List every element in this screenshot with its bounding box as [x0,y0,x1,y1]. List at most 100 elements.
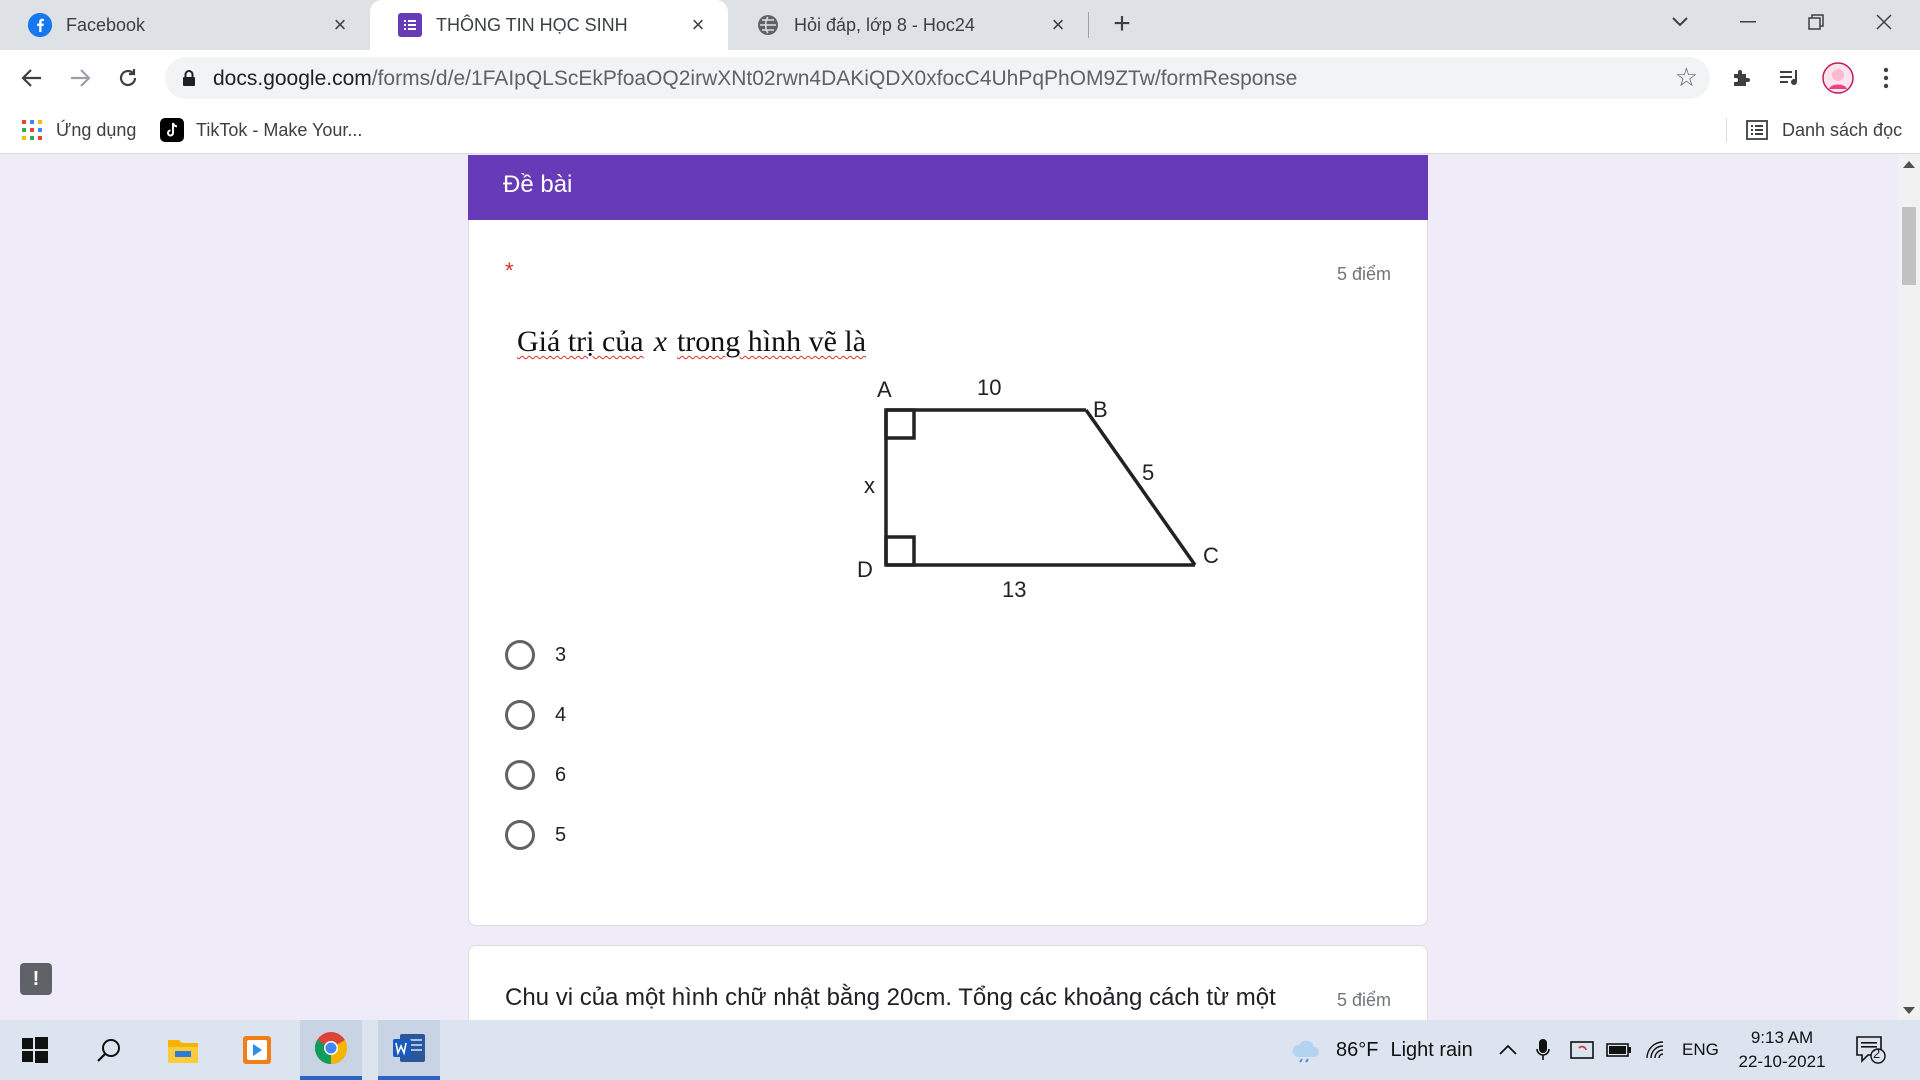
notification-count: 2 [1873,1046,1881,1061]
radio-button[interactable] [505,760,535,790]
forward-arrow-icon[interactable] [64,62,96,94]
option-label: 6 [555,763,567,786]
new-tab-button[interactable]: + [1106,9,1138,41]
vertex-label-d: D [857,557,873,582]
question-points: 5 điểm [1336,264,1391,284]
tab-title: Facebook [66,14,146,35]
option-label: 4 [555,703,567,726]
lock-icon[interactable] [179,68,199,88]
profile-avatar[interactable] [1822,62,1854,94]
action-center-icon[interactable]: 2 [1856,1036,1886,1064]
cloud-rain-icon [1290,1037,1322,1063]
tab-title: Hỏi đáp, lớp 8 - Hoc24 [794,14,975,35]
windows-taskbar: 86°F Light rain ENG 9:13 AM 22-10-2021 2 [0,1020,1920,1080]
clock-time: 9:13 AM [1750,1028,1814,1047]
radio-button[interactable] [505,820,535,850]
right-angle-mark-d [884,535,916,567]
close-tab-icon[interactable]: × [328,13,352,37]
url-host: docs.google.com [213,67,372,90]
bookmark-apps[interactable]: Ứng dụng [22,116,136,144]
tab-search-chevron-icon[interactable] [1650,0,1710,44]
tab-separator [1088,12,1089,38]
google-forms-icon [398,13,422,37]
reading-list-button[interactable]: Danh sách đọc [1746,116,1902,144]
section-title: Đề bài [503,171,573,198]
report-feedback-button[interactable]: ! [20,963,52,995]
right-angle-mark-a [884,408,916,440]
chrome-taskbar-icon[interactable] [300,1020,362,1080]
bookmark-tiktok[interactable]: TikTok - Make Your... [160,116,362,144]
tab-facebook[interactable]: Facebook × [0,0,370,50]
option-label: 5 [555,823,567,846]
question-2-text: Chu vi của một hình chữ nhật bằng 20cm. … [505,984,1276,1011]
minimize-icon[interactable] [1718,0,1778,44]
close-window-icon[interactable] [1854,0,1914,44]
extensions-puzzle-icon[interactable] [1726,62,1758,94]
clock-date: 22-10-2021 [1738,1052,1826,1071]
trapezoid-diagram: A B C D 10 5 13 x [857,375,1219,602]
language-indicator[interactable]: ENG [1682,1020,1719,1080]
tab-hoc24[interactable]: Hỏi đáp, lớp 8 - Hoc24 × [728,0,1088,50]
close-tab-icon[interactable]: × [1046,13,1070,37]
menu-kebab-icon[interactable] [1870,62,1902,94]
reading-list-label: Danh sách đọc [1782,119,1903,140]
side-label-ab: 10 [977,375,1001,400]
side-label-ad: x [864,473,875,498]
question-2-points: 5 điểm [1336,990,1391,1010]
tab-thong-tin-hoc-sinh[interactable]: THÔNG TIN HỌC SINH × [370,0,728,50]
question-card-2: Chu vi của một hình chữ nhật bằng 20cm. … [468,945,1428,1020]
back-arrow-icon[interactable] [16,62,48,94]
question-image: Giá trị của x trong hình vẽ là A B C D 10 … [517,325,1337,615]
tab-title: THÔNG TIN HỌC SINH [436,14,628,35]
url-path: /forms/d/e/1FAIpQLScEkPfoaOQ2irwXNt02rwn… [371,67,1298,90]
windows-start-icon[interactable] [4,1020,66,1080]
weather-description: Light rain [1390,1038,1473,1061]
radio-button[interactable] [505,640,535,670]
section-header: Đề bài [468,155,1428,220]
bookmarks-divider [1726,118,1727,142]
facebook-icon [28,13,52,37]
required-asterisk: * [505,258,514,283]
scroll-thumb[interactable] [1902,207,1916,285]
answer-option[interactable]: 4 [505,697,566,733]
tiktok-icon [160,118,184,142]
reload-icon[interactable] [112,62,144,94]
trapezoid-shape [884,408,1197,567]
radio-button[interactable] [505,700,535,730]
answer-option[interactable]: 6 [505,757,566,793]
word-taskbar-icon[interactable] [378,1020,440,1080]
question-card: * 5 điểm Giá trị của x trong hình vẽ là A … [468,220,1428,926]
battery-icon[interactable] [1606,1020,1632,1080]
side-label-bc: 5 [1142,460,1154,485]
file-explorer-icon[interactable] [152,1020,214,1080]
url-text[interactable]: docs.google.com/forms/d/e/1FAIpQLScEkPfo… [213,67,1297,91]
vertex-label-b: B [1093,397,1108,422]
weather-widget[interactable]: 86°F Light rain [1290,1020,1473,1080]
reading-list-icon [1746,120,1768,140]
scroll-up-arrow-icon[interactable] [1903,161,1915,168]
media-playlist-icon[interactable] [1774,62,1806,94]
page-scrollbar[interactable] [1898,155,1920,1020]
bookmark-star-icon[interactable]: ☆ [1675,64,1698,90]
vertex-label-a: A [877,377,892,402]
feedback-icon: ! [32,968,40,990]
language-label: ENG [1682,1040,1719,1059]
close-tab-icon[interactable]: × [686,13,710,37]
answer-option[interactable]: 3 [505,637,566,673]
bookmarks-bar: Ứng dụng TikTok - Make Your... Danh sách… [0,106,1920,154]
side-label-dc: 13 [1002,577,1026,602]
address-bar[interactable]: docs.google.com/forms/d/e/1FAIpQLScEkPfo… [165,57,1710,99]
microphone-icon[interactable] [1536,1020,1550,1080]
search-icon[interactable] [78,1020,140,1080]
restore-icon[interactable] [1786,0,1846,44]
vertex-label-c: C [1203,543,1219,568]
scroll-down-arrow-icon[interactable] [1903,1007,1915,1014]
form-page: Đề bài * 5 điểm Giá trị của x trong hình v… [0,155,1898,1020]
answer-option[interactable]: 5 [505,817,566,853]
show-hidden-icons-chevron-icon[interactable] [1498,1020,1518,1080]
media-player-icon[interactable] [226,1020,288,1080]
onedrive-sync-icon[interactable] [1570,1020,1594,1080]
wifi-icon[interactable] [1644,1020,1666,1080]
globe-icon [756,13,780,37]
clock[interactable]: 9:13 AM 22-10-2021 [1730,1026,1834,1074]
